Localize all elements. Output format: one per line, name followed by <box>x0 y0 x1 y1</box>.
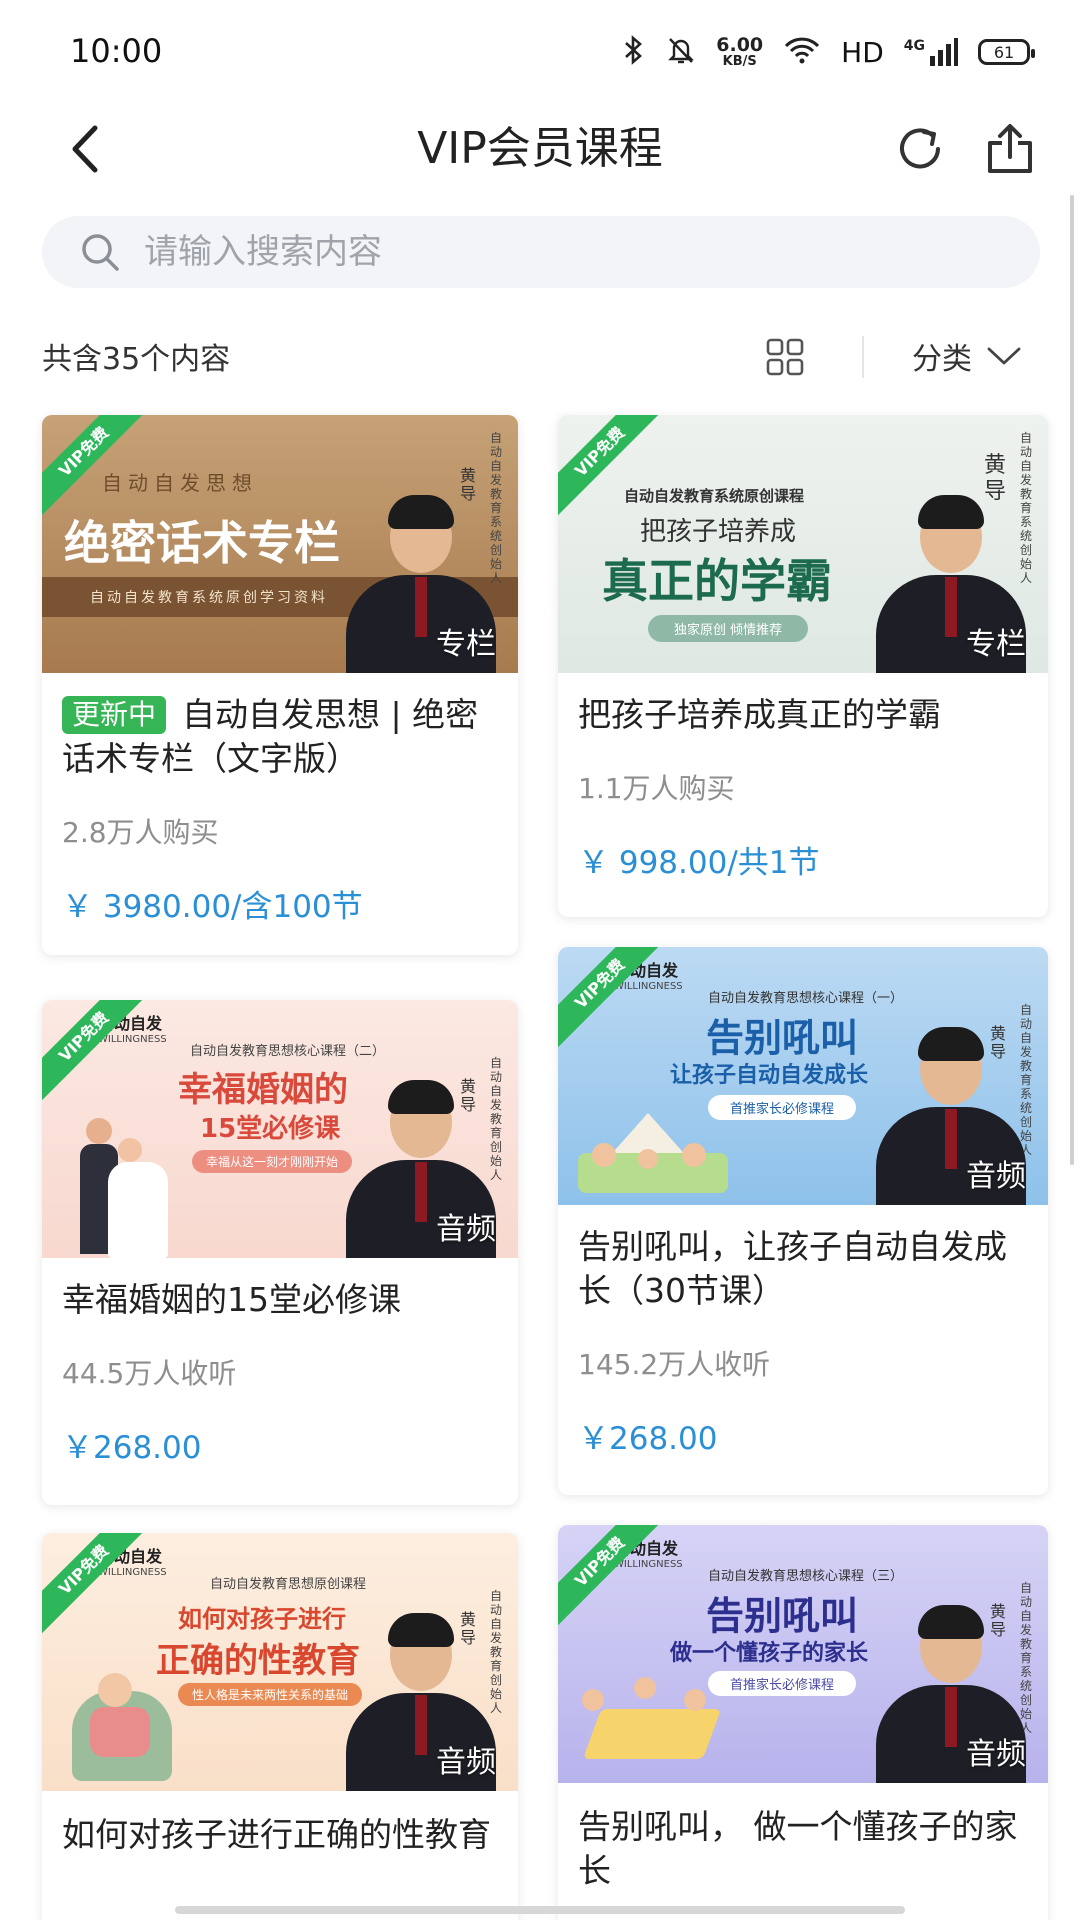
couple-illustration <box>56 1108 176 1258</box>
banner-sub-text: 自动自发教育系统原创学习资料 <box>90 590 328 606</box>
filter-row: 共含35个内容 分类 <box>42 330 1040 384</box>
net-speed: 6.00 KB/S <box>716 34 764 69</box>
banner-main-text: 真正的学霸 <box>602 554 832 608</box>
banner-top-text: 自动自发教育思想原创课程 <box>210 1577 367 1592</box>
signal-icon: 4G <box>904 38 958 66</box>
hd-indicator: HD <box>841 35 884 69</box>
status-icons: 6.00 KB/S HD 4G 61 <box>622 30 1035 74</box>
banner-line2-text: 让孩子自动自发成长 <box>670 1063 869 1088</box>
chevron-down-icon <box>987 347 1021 365</box>
type-tag: 音频 <box>966 1737 1026 1772</box>
type-tag: 音频 <box>436 1745 496 1780</box>
type-tag: 专栏 <box>436 627 496 662</box>
reading-illustration <box>62 1661 182 1781</box>
bluetooth-icon <box>622 35 646 69</box>
net-speed-unit: KB/S <box>722 54 757 69</box>
course-card[interactable]: 自动自发思想 绝密话术专栏 自动自发教育系统原创学习资料 黄导 自动自发教育系统… <box>42 415 518 955</box>
banner-pill: 首推家长必修课程 <box>708 1095 857 1120</box>
banner-line1-text: 把孩子培养成 <box>640 517 797 547</box>
course-price: ￥ 998.00/共1节 <box>578 845 820 881</box>
grid-view-button[interactable] <box>762 334 808 380</box>
signal-label: 4G <box>903 38 925 54</box>
course-title-row: 更新中 自动自发思想 | 绝密话术专栏（文字版） <box>62 693 498 781</box>
course-thumbnail: 自动自发 WILLINGNESS 自动自发教育思想原创课程 如何对孩子进行 正确… <box>42 1533 518 1791</box>
banner-brand-en: WILLINGNESS <box>614 981 683 992</box>
type-tag: 音频 <box>966 1159 1026 1194</box>
banner-main-text: 告别吼叫 <box>706 1016 859 1060</box>
course-card[interactable]: 自动自发 WILLINGNESS 自动自发教育思想核心课程（三） 告别吼叫 做一… <box>558 1525 1048 1920</box>
wifi-icon <box>783 35 821 69</box>
search-bar[interactable] <box>42 216 1040 288</box>
course-thumbnail: 自动自发 WILLINGNESS 自动自发教育思想核心课程（二） 幸福婚姻的 1… <box>42 1000 518 1258</box>
nav-bar: VIP会员课程 <box>0 100 1080 200</box>
status-bar: 10:00 6.00 KB/S HD 4G 61 <box>0 0 1080 100</box>
banner-line1-text: 如何对孩子进行 <box>178 1605 346 1633</box>
banner-top-text: 自动自发教育系统原创课程 <box>624 487 805 505</box>
course-title: 告别吼叫， 做一个懂孩子的家长 <box>578 1807 1018 1890</box>
category-dropdown[interactable]: 分类 <box>912 334 1022 378</box>
banner-line2-text: 做一个懂孩子的家长 <box>670 1641 869 1666</box>
refresh-button[interactable] <box>885 114 955 184</box>
course-card[interactable]: 自动自发 WILLINGNESS 自动自发教育思想原创课程 如何对孩子进行 正确… <box>42 1533 518 1920</box>
course-thumbnail: 自动自发 WILLINGNESS 自动自发教育思想核心课程（一） 告别吼叫 让孩… <box>558 947 1048 1205</box>
search-input[interactable] <box>144 232 944 272</box>
banner-top-text: 自动自发教育思想核心课程（二） <box>190 1044 386 1059</box>
search-icon <box>78 230 122 274</box>
course-stats: 2.8万人购买 <box>62 816 219 849</box>
banner-brand-en: WILLINGNESS <box>614 1559 683 1570</box>
banner-brand-en: WILLINGNESS <box>98 1034 167 1045</box>
course-thumbnail: 自动自发思想 绝密话术专栏 自动自发教育系统原创学习资料 黄导 自动自发教育系统… <box>42 415 518 673</box>
picnic-illustration <box>572 1669 722 1769</box>
course-price: ￥268.00 <box>578 1421 718 1457</box>
scrollbar[interactable] <box>1070 195 1074 1165</box>
mute-bell-icon <box>666 35 696 69</box>
course-card[interactable]: 自动自发 WILLINGNESS 自动自发教育思想核心课程（一） 告别吼叫 让孩… <box>558 947 1048 1495</box>
update-badge: 更新中 <box>62 696 167 734</box>
home-indicator[interactable] <box>175 1906 905 1914</box>
share-button[interactable] <box>975 114 1045 184</box>
battery-icon: 61 <box>978 39 1035 65</box>
banner-main-text: 幸福婚姻的 <box>178 1070 348 1110</box>
course-stats: 1.1万人购买 <box>578 772 735 805</box>
course-stats: 145.2万人收听 <box>578 1348 771 1381</box>
course-thumbnail: 自动自发 WILLINGNESS 自动自发教育思想核心课程（三） 告别吼叫 做一… <box>558 1525 1048 1783</box>
type-tag: 专栏 <box>966 627 1026 662</box>
filter-divider <box>862 336 864 378</box>
share-icon <box>988 124 1032 173</box>
course-stats: 44.5万人收听 <box>62 1357 237 1390</box>
banner-main-text: 绝密话术专栏 <box>64 516 340 570</box>
refresh-icon <box>900 128 940 169</box>
course-price: ￥268.00 <box>62 1430 202 1466</box>
course-title: 把孩子培养成真正的学霸 <box>578 695 941 734</box>
banner-main-text: 告别吼叫 <box>706 1594 859 1638</box>
course-title: 幸福婚姻的15堂必修课 <box>62 1280 401 1319</box>
course-price: ￥ 3980.00/含100节 <box>62 889 363 925</box>
category-label: 分类 <box>912 342 972 377</box>
family-illustration <box>578 1113 728 1193</box>
banner-top-text: 自动自发教育思想核心课程（三） <box>708 1569 904 1584</box>
banner-pill: 幸福从这一刻才刚刚开始 <box>192 1150 353 1173</box>
banner-line2-text: 15堂必修课 <box>200 1114 341 1144</box>
banner-pill: 首推家长必修课程 <box>708 1671 857 1696</box>
banner-brand-en: WILLINGNESS <box>98 1567 167 1578</box>
course-card[interactable]: 自动自发 WILLINGNESS 自动自发教育思想核心课程（二） 幸福婚姻的 1… <box>42 1000 518 1505</box>
banner-pill: 性人格是未来两性关系的基础 <box>178 1683 363 1706</box>
grid-icon <box>766 338 804 376</box>
course-title: 如何对孩子进行正确的性教育 <box>62 1815 491 1854</box>
battery-level: 61 <box>993 42 1015 62</box>
status-time: 10:00 <box>70 32 163 70</box>
total-count: 共含35个内容 <box>42 342 231 377</box>
banner-pill: 独家原创 倾情推荐 <box>648 615 809 642</box>
type-tag: 音频 <box>436 1212 496 1247</box>
course-thumbnail: 自动自发教育系统原创课程 把孩子培养成 真正的学霸 独家原创 倾情推荐 黄导 自… <box>558 415 1048 673</box>
course-title: 告别吼叫，让孩子自动自发成长（30节课） <box>578 1227 1007 1310</box>
course-card[interactable]: 自动自发教育系统原创课程 把孩子培养成 真正的学霸 独家原创 倾情推荐 黄导 自… <box>558 415 1048 917</box>
banner-main-text: 正确的性教育 <box>156 1641 360 1681</box>
banner-top-text: 自动自发思想 <box>102 471 258 495</box>
banner-top-text: 自动自发教育思想核心课程（一） <box>708 991 904 1006</box>
net-speed-value: 6.00 <box>716 34 764 56</box>
